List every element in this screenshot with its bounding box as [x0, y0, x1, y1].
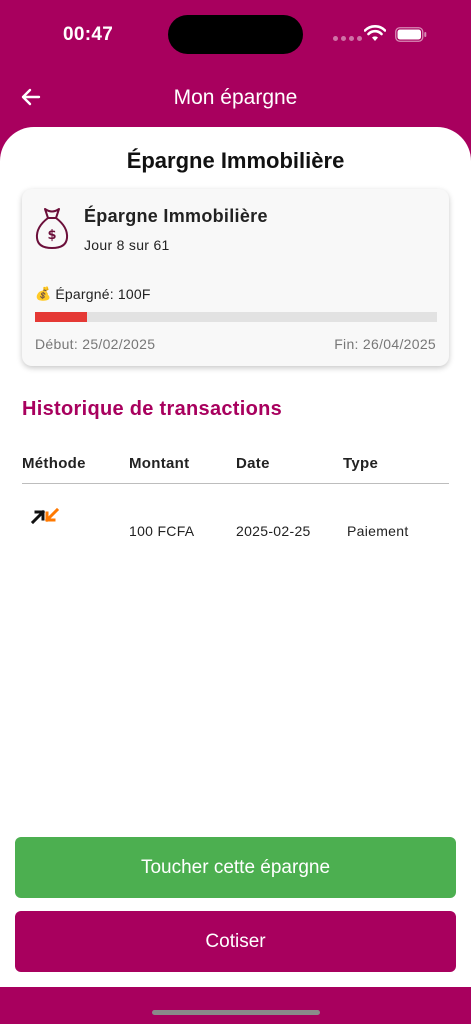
page-title: Épargne Immobilière — [126, 148, 345, 173]
transactions-title: Historique de transactions — [22, 398, 283, 420]
contribute-button[interactable]: Cotiser — [15, 911, 456, 972]
table-row[interactable]: 100 FCFA 2025-02-25 Paiement — [22, 484, 449, 554]
savings-card: $ Épargne Immobilière Jour 8 sur 61 💰 Ép… — [22, 189, 449, 366]
column-date: Date — [236, 455, 270, 472]
savings-progress-bar — [35, 312, 437, 322]
wifi-icon — [364, 25, 386, 41]
table-header: Méthode Montant Date Type — [22, 452, 449, 484]
status-bar: 00:47 — [0, 0, 471, 70]
row-date: 2025-02-25 — [236, 523, 311, 539]
withdraw-savings-button[interactable]: Toucher cette épargne — [15, 837, 456, 898]
money-bag-icon: $ — [35, 208, 69, 249]
app-header: Mon épargne — [0, 70, 471, 126]
cellular-signal-icon — [333, 36, 362, 41]
money-bag-emoji-icon: 💰 — [35, 286, 52, 301]
svg-text:$: $ — [47, 228, 56, 243]
status-time: 00:47 — [63, 24, 114, 45]
card-day-progress: Jour 8 sur 61 — [84, 237, 170, 253]
card-title: Épargne Immobilière — [84, 206, 268, 226]
row-type: Paiement — [347, 523, 409, 539]
orange-money-arrows-icon — [31, 508, 59, 524]
transactions-table: Méthode Montant Date Type 100 FCFA 2025-… — [22, 452, 449, 554]
home-indicator[interactable] — [152, 1010, 320, 1015]
end-date: Fin: 26/04/2025 — [334, 336, 436, 352]
column-amount: Montant — [129, 455, 190, 472]
saved-amount: Épargné: 100F — [55, 286, 151, 302]
dynamic-island — [168, 15, 303, 54]
battery-icon — [395, 27, 427, 42]
column-method: Méthode — [22, 455, 86, 472]
column-type: Type — [343, 455, 379, 472]
content-panel: Épargne Immobilière $ Épargne Immobilièr… — [0, 127, 471, 987]
saved-amount-row: 💰 Épargné: 100F — [35, 286, 151, 302]
start-date: Début: 25/02/2025 — [35, 336, 156, 352]
savings-progress-fill — [35, 312, 88, 322]
header-title: Mon épargne — [173, 86, 298, 109]
row-amount: 100 FCFA — [129, 523, 195, 539]
